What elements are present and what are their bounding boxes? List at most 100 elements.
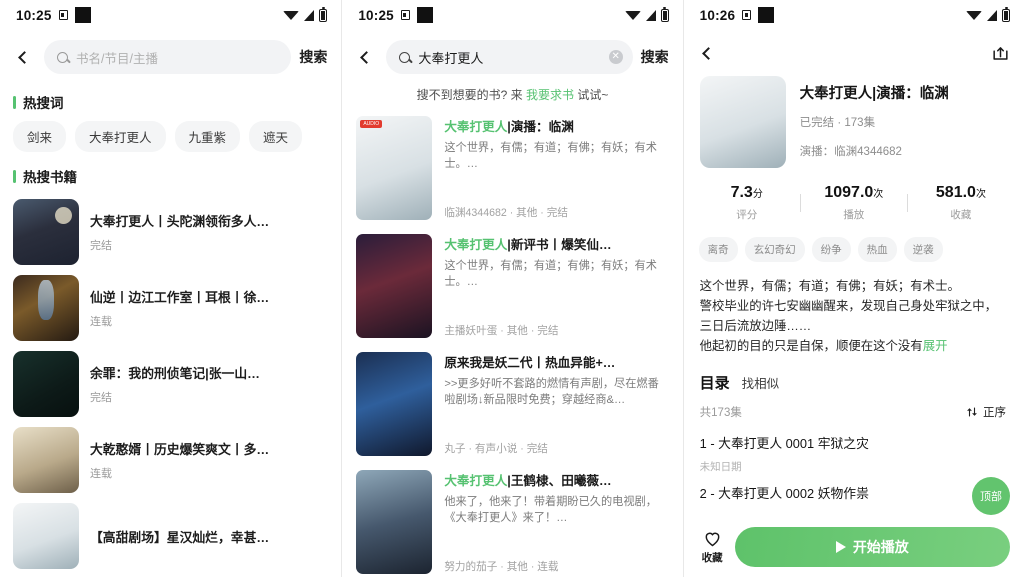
panel-search-results: 10:25 大奉打更人 ✕ 搜索 搜不到想要的书? 来 我要求书 试试~ AUD… [341,0,683,577]
sim-icon [742,10,752,20]
book-title: 仙逆丨边江工作室丨耳根丨徐… [90,290,270,305]
favorite-button[interactable]: 收藏 [702,530,723,565]
list-item[interactable]: 大奉打更人|新评书丨爆笑仙… 这个世界，有儒；有道；有佛；有妖；有术士。… 主播… [342,228,682,346]
hotbooks-list: 大奉打更人丨头陀渊领衔多人… 完结 仙逆丨边江工作室丨耳根丨徐… 连载 余罪：我… [0,192,341,574]
list-item[interactable]: 大奉打更人丨头陀渊领衔多人… 完结 [0,194,341,270]
status-bar-right [624,6,669,22]
find-similar-button[interactable]: 找相似 [742,373,780,392]
book-cover [13,427,79,493]
hotbooks-title: 热搜书籍 [23,170,77,185]
result-meta: 原来我是妖二代丨热血异能+… >>更多好听不套路的燃情有声剧，尽在燃番啦剧场↓新… [444,352,668,456]
result-meta: 大奉打更人|王鹤棣、田曦薇… 他来了，他来了！带着期盼已久的电视剧，《大奉打更人… [444,470,668,574]
stat-rating: 7.3分 评分 [694,184,800,222]
detail-narrator: 演播：临渊4344682 [799,146,902,158]
stat-favorites: 581.0次 收藏 [908,184,1014,222]
list-item[interactable]: 大奉打更人|王鹤棣、田曦薇… 他来了，他来了！带着期盼已久的电视剧，《大奉打更人… [342,464,682,577]
list-item[interactable]: 余罪：我的刑侦笔记|张一山… 完结 [0,346,341,422]
wifi-icon [624,10,641,20]
status-time: 10:26 [699,7,736,23]
toc-title: 目录 [699,375,730,393]
search-input[interactable]: 书名/节目/主播 [44,40,292,74]
result-title: 大奉打更人|新评书丨爆笑仙… [444,238,612,252]
tag-chip[interactable]: 纷争 [811,237,851,262]
three-panel-screenshot: 10:25 书名/节目/主播 搜索 热搜词 剑来 大奉打更人 九重紫 遮天 热搜… [0,0,1024,577]
hotwords-title: 热搜词 [23,96,64,111]
list-item[interactable]: AUDIO 大奉打更人|演播：临渊 这个世界，有儒；有道；有佛；有妖；有术士。…… [342,110,682,228]
back-chevron-icon [701,46,715,60]
book-meta: 余罪：我的刑侦笔记|张一山… 完结 [90,363,329,405]
result-footer: 临渊4344682 · 其他 · 完结 [444,207,568,219]
cover-badge: AUDIO [360,120,383,128]
back-button[interactable] [694,38,720,68]
search-button[interactable]: 搜索 [299,47,329,67]
episode-date: 未知日期 [699,461,742,474]
signal-icon [304,9,315,21]
stat-label: 评分 [736,209,758,221]
tag-chip[interactable]: 热血 [857,237,897,262]
hotword-chip[interactable]: 九重紫 [174,121,241,152]
tag-chip[interactable]: 玄幻奇幻 [744,237,805,262]
book-cover [699,76,786,168]
tag-list: 离奇 玄幻奇幻 纷争 热血 逆袭 [684,222,1024,262]
request-book-pre: 搜不到想要的书? 来 [416,88,526,102]
result-footer: 努力的茄子 · 其他 · 连载 [444,561,559,573]
clear-icon[interactable]: ✕ [608,50,623,64]
book-status: 完结 [90,392,112,404]
request-book-banner: 搜不到想要的书? 来 我要求书 试试~ [342,82,682,110]
book-meta: 大奉打更人丨头陀渊领衔多人… 完结 [90,211,329,253]
favorite-label: 收藏 [701,551,723,564]
page-title: 大奉打更人|演播：临渊 [799,86,949,102]
sort-toggle[interactable]: 正序 [966,404,1006,420]
back-button[interactable] [352,42,378,72]
book-title: 【高甜剧场】星汉灿烂，幸甚… [90,529,270,545]
description: 这个世界，有儒；有道；有佛；有妖；有术士。 警校毕业的许七安幽幽醒来，发现自己身处… [684,262,1024,356]
stat-value: 7.3分 [730,184,763,201]
status-bar-left: 10:25 [358,7,433,23]
play-button[interactable]: 开始播放 [734,527,1010,567]
result-description: 这个世界，有儒；有道；有佛；有妖；有术士。… [444,142,657,171]
panel-search-home: 10:25 书名/节目/主播 搜索 热搜词 剑来 大奉打更人 九重紫 遮天 热搜… [0,0,342,577]
sim-icon [58,10,68,20]
description-text: 这个世界，有儒；有道；有佛；有妖；有术士。 警校毕业的许七安幽幽醒来，发现自己身处… [699,279,998,354]
request-book-link[interactable]: 我要求书 [526,88,574,102]
scroll-to-top-button[interactable]: 顶部 [971,477,1010,515]
stat-value: 1097.0次 [824,184,884,201]
book-meta: 仙逆丨边江工作室丨耳根丨徐… 连载 [90,287,329,329]
search-header: 大奉打更人 ✕ 搜索 [342,30,682,82]
episode-title: 1 - 大奉打更人 0001 牢狱之灾 [699,436,869,452]
share-icon[interactable] [991,44,1010,63]
back-chevron-icon [360,50,374,64]
search-input-value: 大奉打更人 [418,50,484,66]
section-accent-bar [13,169,16,183]
tag-chip[interactable]: 逆袭 [903,237,943,262]
hotword-chip[interactable]: 大奉打更人 [75,121,166,152]
stat-plays: 1097.0次 播放 [801,184,907,222]
book-cover [13,199,79,265]
search-button[interactable]: 搜索 [641,47,671,67]
result-footer: 主播妖叶蛋 · 其他 · 完结 [444,325,559,337]
request-book-post: 试试~ [574,88,609,102]
list-item[interactable]: 原来我是妖二代丨热血异能+… >>更多好听不套路的燃情有声剧，尽在燃番啦剧场↓新… [342,346,682,464]
search-header: 书名/节目/主播 搜索 [0,30,341,82]
expand-link[interactable]: 展开 [923,339,948,353]
heart-icon [705,532,720,546]
back-button[interactable] [10,42,36,72]
book-status: 连载 [90,468,112,480]
tag-chip[interactable]: 离奇 [698,237,738,262]
search-icon [57,51,68,63]
status-bar-left: 10:25 [16,7,91,23]
block-icon [74,7,91,23]
list-item[interactable]: 大乾憨婿丨历史爆笑爽文丨多… 连载 [0,422,341,498]
detail-header: 大奉打更人|演播：临渊 已完结 · 173集 演播：临渊4344682 [684,72,1024,168]
result-description: 这个世界，有儒；有道；有佛；有妖；有术士。… [444,260,657,289]
detail-info: 大奉打更人|演播：临渊 已完结 · 173集 演播：临渊4344682 [800,76,1010,168]
hotword-chip[interactable]: 遮天 [249,121,303,152]
list-item[interactable]: 【高甜剧场】星汉灿烂，幸甚… [0,498,341,574]
list-item[interactable]: 仙逆丨边江工作室丨耳根丨徐… 连载 [0,270,341,346]
search-input[interactable]: 大奉打更人 ✕ [386,40,633,74]
list-item[interactable]: 1 - 大奉打更人 0001 牢狱之灾 未知日期 [684,420,1024,474]
hotword-chip-list: 剑来 大奉打更人 九重紫 遮天 [0,118,341,156]
book-cover: AUDIO [356,116,433,220]
status-bar-left: 10:26 [700,7,775,23]
hotword-chip[interactable]: 剑来 [13,121,67,152]
